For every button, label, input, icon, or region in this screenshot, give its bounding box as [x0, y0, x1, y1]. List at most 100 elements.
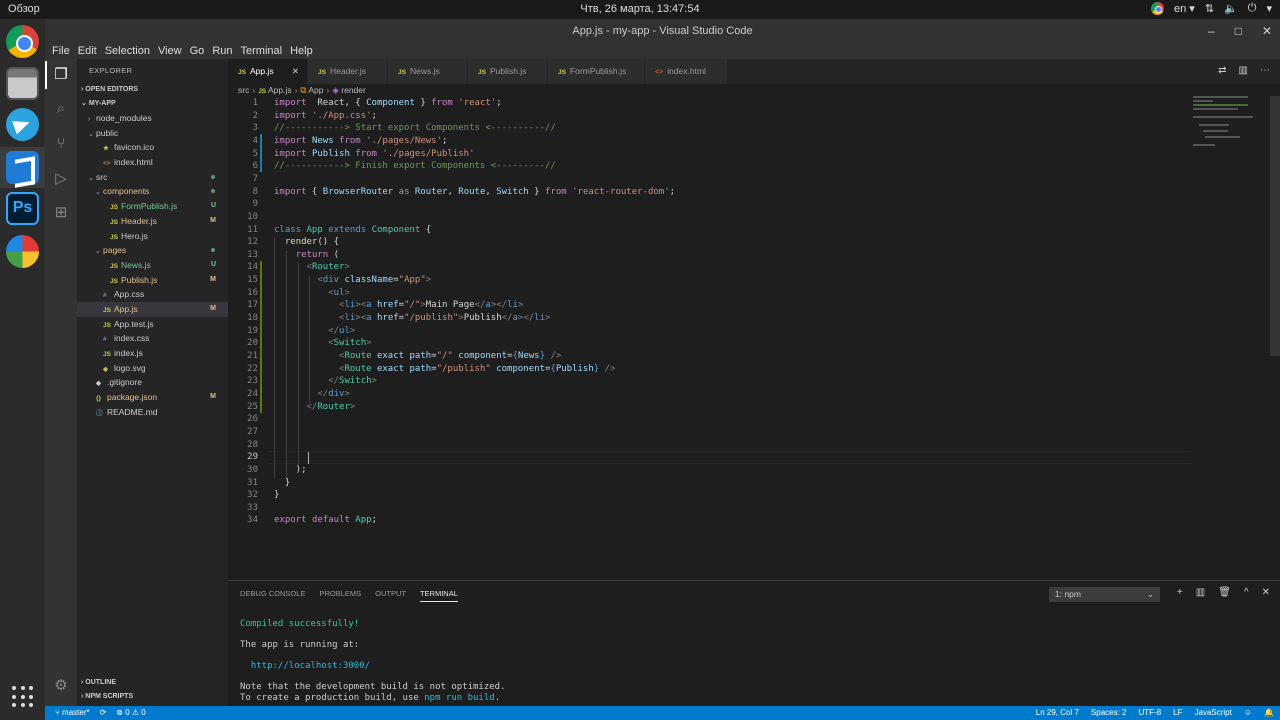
open-editors-section[interactable]: › OPEN EDITORS [77, 83, 228, 97]
cursor-position[interactable]: Ln 29, Col 7 [1036, 706, 1079, 720]
minimap[interactable] [1193, 96, 1273, 156]
menu-help[interactable]: Help [286, 43, 317, 59]
chevron-down-icon[interactable]: ▾ [1266, 2, 1272, 15]
language-indicator[interactable]: en ▾ [1174, 2, 1195, 15]
file-item[interactable]: JS App.js M [77, 301, 228, 317]
editor-tab[interactable]: <> index.html [645, 59, 728, 84]
open-changes-icon[interactable]: ⇄ [1218, 65, 1226, 76]
photoshop-icon[interactable]: Ps [6, 192, 39, 225]
editor-tab[interactable]: JS News.js [388, 59, 468, 84]
menu-view[interactable]: View [154, 43, 186, 59]
code-line: </Switch> [328, 376, 377, 387]
terminal-output[interactable]: Compiled successfully! The app is running… [240, 619, 506, 703]
more-actions-icon[interactable]: ⋯ [1260, 65, 1270, 76]
breadcrumb-file[interactable]: App.js [268, 85, 292, 95]
close-tab-icon[interactable]: ✕ [292, 59, 299, 84]
folder-item[interactable]: ⌄ public [77, 126, 228, 141]
folder-item[interactable]: ⌄ pages [77, 243, 228, 258]
kill-terminal-icon[interactable]: 🗑 [1218, 587, 1231, 598]
source-control-icon[interactable]: ⑂ [52, 135, 70, 153]
menu-selection[interactable]: Selection [101, 43, 154, 59]
line-number: 21 [247, 351, 258, 361]
new-terminal-icon[interactable]: + [1177, 587, 1183, 598]
indentation[interactable]: Spaces: 2 [1091, 706, 1127, 720]
explorer-sidebar: EXPLORER › OPEN EDITORS ⌄ MY-APP › node_m… [77, 59, 228, 706]
close-panel-icon[interactable]: ✕ [1262, 587, 1270, 598]
settings-gear-icon[interactable]: ⚙ [52, 677, 70, 695]
pinwheel-app-icon[interactable] [6, 235, 39, 268]
power-icon[interactable]: ⏻ [1248, 2, 1257, 15]
line-number: 19 [247, 325, 258, 336]
file-item[interactable]: JS News.js U [77, 258, 228, 273]
file-item[interactable]: {} package.json M [77, 390, 228, 405]
file-item[interactable]: # index.css [77, 331, 228, 346]
file-item[interactable]: JS FormPublish.js U [77, 199, 228, 214]
tab-debug-console[interactable]: DEBUG CONSOLE [240, 589, 305, 602]
menu-terminal[interactable]: Terminal [237, 43, 287, 59]
chrome-tray-icon[interactable] [1151, 2, 1165, 15]
folder-item[interactable]: ⌄ src [77, 170, 228, 185]
code-line: import News from './pages/News'; [274, 135, 448, 146]
explorer-icon[interactable]: ❐ [52, 66, 70, 84]
split-terminal-icon[interactable]: ▥ [1196, 587, 1205, 598]
breadcrumb-method[interactable]: render [341, 85, 366, 95]
end-of-line[interactable]: LF [1173, 706, 1182, 720]
file-item[interactable]: JS App.test.js [77, 317, 228, 332]
editor-tab[interactable]: JS FormPublish.js [548, 59, 645, 84]
clock[interactable]: Чтв, 26 марта, 13:47:54 [0, 3, 1280, 15]
volume-icon[interactable]: 🔈 [1224, 2, 1238, 15]
menu-edit[interactable]: Edit [74, 43, 101, 59]
file-item[interactable]: JS Publish.js M [77, 273, 228, 288]
files-icon[interactable] [6, 67, 39, 100]
vscode-icon[interactable] [6, 151, 39, 184]
split-editor-icon[interactable]: ▥ [1239, 65, 1248, 76]
language-mode[interactable]: JavaScript [1195, 706, 1232, 720]
menu-file[interactable]: File [48, 43, 74, 59]
breadcrumb-class[interactable]: App [308, 85, 323, 95]
run-debug-icon[interactable]: ▷ [52, 170, 70, 188]
extensions-icon[interactable]: ⊞ [52, 204, 70, 222]
project-section[interactable]: ⌄ MY-APP [77, 97, 228, 111]
file-item[interactable]: # App.css [77, 287, 228, 302]
maximize-panel-icon[interactable]: ^ [1244, 587, 1249, 598]
editor-scrollbar[interactable] [1270, 96, 1280, 356]
file-item[interactable]: ◈ logo.svg [77, 361, 228, 376]
folder-item[interactable]: › node_modules [77, 111, 228, 126]
encoding[interactable]: UTF-8 [1138, 706, 1161, 720]
telegram-icon[interactable] [6, 108, 39, 141]
file-item[interactable]: JS Hero.js [77, 229, 228, 244]
tab-problems[interactable]: PROBLEMS [319, 589, 361, 602]
terminal-select[interactable]: 1: npm ⌄ [1049, 587, 1160, 602]
network-icon[interactable]: ⇅ [1205, 2, 1214, 15]
editor-tab[interactable]: JS Header.js [308, 59, 388, 84]
file-item[interactable]: ◆ .gitignore [77, 375, 228, 390]
file-item[interactable]: ★ favicon.ico [77, 140, 228, 155]
tab-terminal[interactable]: TERMINAL [419, 589, 458, 602]
file-item[interactable]: JS Header.js M [77, 214, 228, 229]
menu-go[interactable]: Go [186, 43, 209, 59]
folder-item[interactable]: ⌄ components [77, 184, 228, 199]
outline-section[interactable]: › OUTLINE [77, 676, 228, 690]
notifications-icon[interactable]: 🔔 [1264, 706, 1274, 720]
minimize-button[interactable]: – [1208, 19, 1215, 43]
search-icon[interactable]: ⌕ [52, 100, 70, 118]
tree-item-label: package.json [107, 392, 158, 403]
breadcrumb-folder[interactable]: src [238, 85, 249, 95]
npm-scripts-section[interactable]: › NPM SCRIPTS [77, 690, 228, 704]
chrome-icon[interactable] [6, 25, 39, 58]
sync-icon[interactable]: ⟳ [100, 706, 107, 720]
tab-output[interactable]: OUTPUT [375, 589, 406, 602]
code-editor[interactable]: 1 import React, { Component } from 'react… [228, 96, 1280, 580]
editor-tab[interactable]: JS App.js ✕ [228, 59, 308, 84]
show-applications-icon[interactable] [12, 686, 34, 708]
problems-count[interactable]: ⊗ 0 ⚠ 0 [116, 706, 145, 720]
close-window-button[interactable]: ✕ [1262, 19, 1272, 43]
feedback-icon[interactable]: ☺ [1244, 706, 1252, 720]
file-item[interactable]: <> index.html [77, 155, 228, 170]
git-branch[interactable]: ⑂ master* [55, 706, 90, 720]
file-item[interactable]: ⓘ README.md [77, 405, 228, 420]
editor-tab[interactable]: JS Publish.js [468, 59, 548, 84]
maximize-button[interactable]: □ [1235, 19, 1242, 43]
file-item[interactable]: JS index.js [77, 346, 228, 361]
menu-run[interactable]: Run [208, 43, 236, 59]
